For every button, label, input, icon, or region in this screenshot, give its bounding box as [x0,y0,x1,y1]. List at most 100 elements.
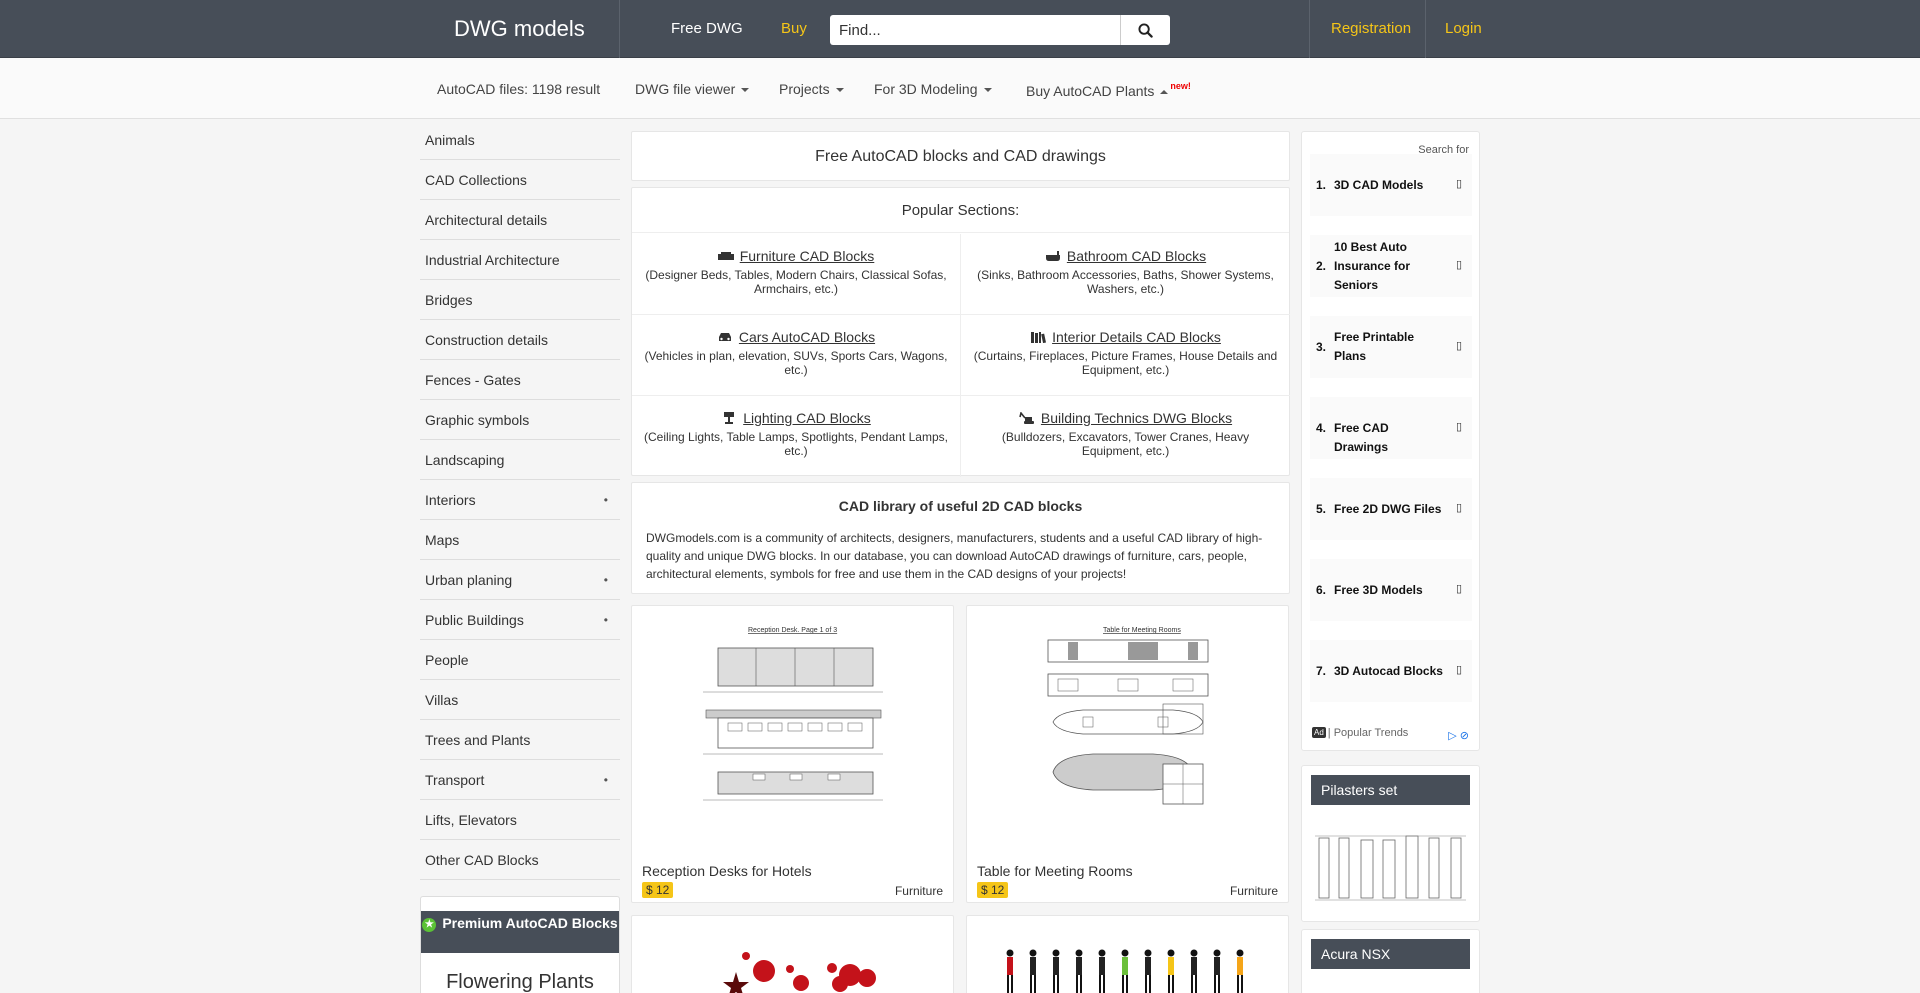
search-input[interactable] [830,15,1120,45]
ad-arrow-icon: ▯ [1455,340,1462,352]
side-card-thumbnail[interactable] [1311,816,1470,916]
submenu-dot-icon: • [603,613,608,627]
popular-section-link[interactable]: Interior Details CAD Blocks [1030,329,1221,345]
chevron-down-icon [741,88,750,93]
sidebar-item[interactable]: Industrial Architecture [420,240,620,280]
product-category[interactable]: Furniture [1230,884,1278,898]
popular-section: Bathroom CAD Blocks (Sinks, Bathroom Acce… [961,234,1290,315]
product-card[interactable]: Table for Meeting Rooms Table for Meetin… [966,605,1289,903]
projects-dropdown[interactable]: Projects [779,81,844,97]
sidebar-item[interactable]: Fences - Gates [420,360,620,400]
ad-link-item[interactable]: 1. 3D CAD Models ▯ [1310,154,1472,216]
chevron-down-icon [983,88,992,93]
premium-header[interactable]: ★ Premium AutoCAD Blocks [421,911,619,953]
sidebar-item[interactable]: Animals [420,120,620,160]
ad-arrow-icon: ▯ [1455,259,1462,271]
person-silhouette [1236,949,1244,993]
sidebar-item[interactable]: Maps [420,520,620,560]
sidebar-item-label: Villas [425,692,459,708]
premium-subtitle[interactable]: Flowering Plants [421,971,619,993]
ad-item-label: Free Printable Plans [1334,330,1415,363]
person-silhouette [1144,949,1152,993]
ad-item-label: 3D Autocad Blocks [1334,664,1443,678]
ad-item-number: 5. [1316,502,1327,516]
buy-plants-dropdown[interactable]: Buy AutoCAD Plants new! [1026,81,1191,99]
sidebar-item-label: Urban planing [425,572,513,588]
library-text: DWGmodels.com is a community of architec… [646,531,1263,581]
product-card[interactable] [631,915,954,993]
popular-section-label: Bathroom CAD Blocks [1066,248,1207,264]
sidebar-item[interactable]: Villas [420,680,620,720]
product-card[interactable] [966,915,1289,993]
ad-link-item[interactable]: 2. 10 Best Auto Insurance for Seniors ▯ [1310,235,1472,297]
ad-link-item[interactable]: 3. Free Printable Plans ▯ [1310,316,1472,378]
sidebar-item-label: Graphic symbols [425,412,530,428]
ad-arrow-icon: ▯ [1455,502,1462,514]
product-thumbnail [723,952,876,993]
sidebar-item[interactable]: Other CAD Blocks [420,840,620,880]
ad-link-item[interactable]: 6. Free 3D Models ▯ [1310,559,1472,621]
lamp-icon [721,411,737,424]
sidebar-item[interactable]: Trees and Plants [420,720,620,760]
sidebar-item[interactable]: Landscaping [420,440,620,480]
nav-buy[interactable]: Buy [781,20,807,37]
dwg-viewer-dropdown[interactable]: DWG file viewer [635,81,750,97]
sidebar-item[interactable]: Lifts, Elevators [420,800,620,840]
ad-item-number: 2. [1316,259,1327,273]
popular-section-link[interactable]: Building Technics DWG Blocks [1019,410,1232,426]
ad-choices-icon[interactable]: ▷ ⊘ [1448,729,1469,742]
cad-drawing-thumbnail: Reception Desk. Page 1 of 3 [702,627,883,801]
modeling-dropdown[interactable]: For 3D Modeling [874,81,992,97]
popular-section-link[interactable]: Furniture CAD Blocks [717,248,874,264]
side-product-card[interactable]: Acura NSX [1301,929,1480,993]
nav-registration[interactable]: Registration [1331,20,1411,37]
sidebar-item[interactable]: CAD Collections [420,160,620,200]
price-badge: $ 12 [977,882,1009,898]
sidebar-item[interactable]: Architectural details [420,200,620,240]
popular-section-link[interactable]: Bathroom CAD Blocks [1045,248,1206,264]
person-silhouette [1098,949,1106,993]
sub-navbar: AutoCAD files: 1198 result DWG file view… [0,58,1920,119]
sidebar-item[interactable]: Interiors • [420,480,620,520]
sidebar-item[interactable]: People [420,640,620,680]
ad-link-item[interactable]: 7. 3D Autocad Blocks ▯ [1310,640,1472,702]
ad-footer-text[interactable]: | Popular Trends [1328,727,1409,739]
sidebar-item-label: Construction details [425,332,548,348]
autocad-files-count[interactable]: AutoCAD files: 1198 result [437,81,600,97]
sidebar-item[interactable]: Urban planing • [420,560,620,600]
product-thumbnail[interactable]: Table for Meeting Rooms [967,624,1288,814]
sidebar-item[interactable]: Public Buildings • [420,600,620,640]
side-product-card[interactable]: Pilasters set [1301,765,1480,922]
nav-free-dwg[interactable]: Free DWG [671,20,743,37]
ad-link-item[interactable]: 4. Free CAD Drawings ▯ [1310,397,1472,459]
product-title[interactable]: Reception Desks for Hotels [642,863,812,879]
sidebar-item[interactable]: Construction details [420,320,620,360]
ad-panel: Search for Ad | Popular Trends ▷ ⊘ 1. 3D C… [1301,131,1480,751]
sidebar-item-label: Animals [425,132,475,148]
ad-link-item[interactable]: 5. Free 2D DWG Files ▯ [1310,478,1472,540]
person-silhouette [1029,949,1037,993]
sidebar-item-label: Industrial Architecture [425,252,560,268]
search-button[interactable] [1120,15,1170,45]
sidebar-item[interactable]: Graphic symbols [420,400,620,440]
buy-plants-label: Buy AutoCAD Plants [1026,83,1155,99]
product-title[interactable]: Table for Meeting Rooms [977,863,1133,879]
popular-section-link[interactable]: Lighting CAD Blocks [721,410,871,426]
sidebar-item-label: Transport [425,772,485,788]
sidebar-item[interactable]: Bridges [420,280,620,320]
ad-arrow-icon: ▯ [1455,178,1462,190]
sidebar-item[interactable]: Transport • [420,760,620,800]
site-logo[interactable]: DWG models [420,0,620,58]
side-card-title[interactable]: Pilasters set [1311,775,1470,805]
product-thumbnail[interactable]: Reception Desk. Page 1 of 3 [632,624,953,814]
premium-title: Premium AutoCAD Blocks [442,915,618,931]
popular-section-link[interactable]: Cars AutoCAD Blocks [717,329,875,345]
product-category[interactable]: Furniture [895,884,943,898]
nav-login[interactable]: Login [1445,20,1482,37]
popular-sections: Popular Sections: Furniture CAD Blocks (D… [631,187,1290,477]
ad-arrow-icon: ▯ [1455,583,1462,595]
product-thumbnail [1006,949,1244,993]
product-card[interactable]: Reception Desk. Page 1 of 3 Reception De… [631,605,954,903]
popular-section: Furniture CAD Blocks (Designer Beds, Tabl… [632,234,961,315]
side-card-title[interactable]: Acura NSX [1311,939,1470,969]
